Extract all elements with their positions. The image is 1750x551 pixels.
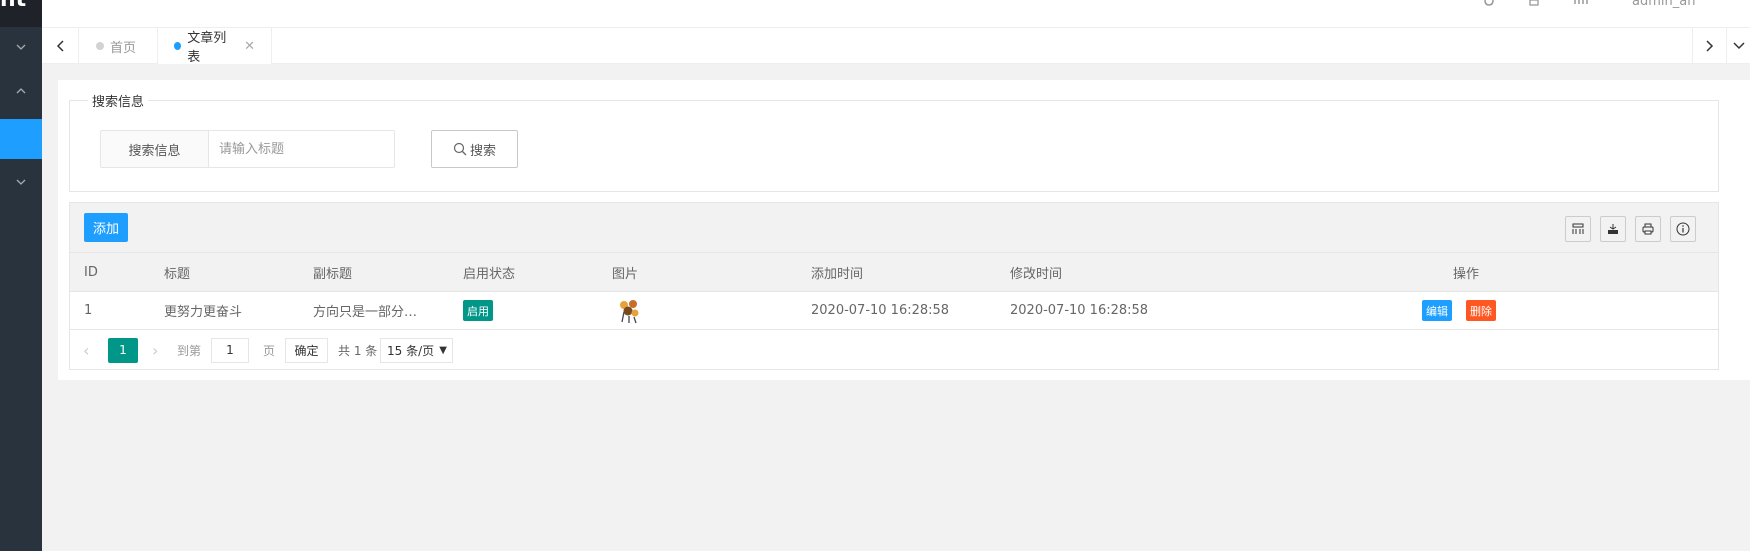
user-name[interactable]: admin_an [1632, 0, 1695, 9]
tab-dot-icon [96, 42, 104, 50]
table-header: ID 标题 副标题 启用状态 图片 添加时间 修改时间 操作 [70, 253, 1718, 292]
search-legend: 搜索信息 [88, 91, 149, 110]
search-fieldset: 搜索信息 搜索信息 搜索 [69, 91, 1719, 192]
next-page-icon[interactable]: › [152, 341, 158, 360]
chevron-down-icon [16, 179, 26, 185]
sidebar-item-3[interactable] [0, 162, 42, 202]
cell-image [616, 292, 642, 329]
status-badge[interactable]: 启用 [463, 300, 493, 321]
total-count: 共 1 条 [338, 343, 378, 358]
info-icon[interactable] [1670, 216, 1696, 242]
column-header[interactable]: 副标题 [313, 253, 352, 291]
columns-filter-icon[interactable] [1565, 216, 1591, 242]
logo: nt [0, 0, 42, 27]
export-icon[interactable] [1600, 216, 1626, 242]
search-icon [453, 142, 467, 156]
cell-actions: 编辑 删除 [1422, 292, 1496, 329]
tab-home[interactable]: 首页 [80, 28, 158, 64]
tab-dot-icon [174, 42, 182, 50]
menu-toggle-icon[interactable] [86, 0, 102, 6]
sidebar-item-active[interactable] [0, 119, 42, 159]
column-header[interactable]: 修改时间 [1010, 253, 1062, 291]
column-header[interactable]: 添加时间 [811, 253, 863, 291]
page-size-select[interactable]: 15 条/页 ▼ [380, 337, 453, 363]
print-icon[interactable] [1635, 216, 1661, 242]
goto-confirm-button[interactable]: 确定 [285, 337, 328, 363]
close-icon[interactable]: ✕ [244, 39, 255, 54]
prev-page-icon[interactable]: ‹ [83, 341, 89, 360]
sidebar-item-2[interactable] [0, 71, 42, 111]
tab-article-list[interactable]: 文章列表 ✕ [158, 28, 272, 65]
main-card: 搜索信息 搜索信息 搜索 添加 ID 标题 副标题 [58, 80, 1750, 380]
chevron-right-icon [1705, 40, 1713, 52]
search-button[interactable]: 搜索 [431, 130, 518, 168]
tab-label: 文章列表 [187, 31, 227, 65]
current-page[interactable]: 1 [108, 337, 138, 363]
cell-subtitle: 方向只是一部分… [313, 305, 418, 320]
tab-label: 首页 [110, 40, 137, 56]
column-header[interactable]: 操作 [1453, 253, 1479, 291]
chevron-up-icon [16, 88, 26, 94]
tab-bar: 首页 文章列表 ✕ [42, 28, 1750, 65]
tab-scroll-left-button[interactable] [42, 28, 79, 64]
goto-label: 到第 [177, 343, 202, 358]
search-label: 搜索信息 [100, 130, 209, 168]
tab-menu-button[interactable] [1726, 28, 1750, 64]
cell-modified-time: 2020-07-10 16:28:58 [1010, 303, 1149, 318]
fullscreen-icon[interactable] [1574, 0, 1588, 10]
cell-title: 更努力更奋斗 [164, 305, 243, 320]
table-row[interactable]: 1 更努力更奋斗 方向只是一部分… 启用 2020-07-10 16:28:58… [70, 292, 1718, 330]
tab-scroll-right-button[interactable] [1692, 28, 1726, 64]
column-header[interactable]: ID [84, 253, 98, 291]
caret-down-icon: ▼ [439, 344, 447, 356]
lock-icon[interactable] [1528, 0, 1540, 10]
chevron-left-icon [56, 40, 64, 52]
top-header: admin_an [42, 0, 1750, 28]
column-header[interactable]: 标题 [164, 253, 190, 291]
add-button[interactable]: 添加 [84, 213, 128, 242]
refresh-icon[interactable] [1482, 0, 1496, 10]
logo-text: nt [0, 0, 42, 11]
table-toolbar: 添加 [70, 203, 1718, 253]
cell-id: 1 [84, 303, 93, 318]
column-header[interactable]: 图片 [612, 253, 638, 291]
delete-button[interactable]: 删除 [1466, 300, 1496, 321]
cell-added-time: 2020-07-10 16:28:58 [811, 303, 950, 318]
column-header[interactable]: 启用状态 [463, 253, 515, 291]
data-table: 添加 ID 标题 副标题 启用状态 图片 添加时间 修改时间 操作 1 更努力更… [69, 202, 1719, 370]
page-size-value: 15 条/页 [387, 343, 435, 358]
cell-status: 启用 [463, 292, 493, 329]
chevron-down-icon [16, 44, 26, 50]
search-button-label: 搜索 [469, 143, 496, 159]
chevron-down-icon [1732, 42, 1745, 50]
thumbnail-image[interactable] [616, 298, 642, 324]
pagination: ‹ 1 › 到第 页 确定 共 1 条 15 条/页 ▼ [70, 331, 1718, 369]
page-label: 页 [263, 343, 276, 358]
goto-page-input[interactable] [211, 337, 249, 363]
sidebar: nt [0, 0, 42, 551]
sidebar-item-1[interactable] [0, 27, 42, 67]
search-input[interactable] [208, 130, 395, 168]
edit-button[interactable]: 编辑 [1422, 300, 1452, 321]
